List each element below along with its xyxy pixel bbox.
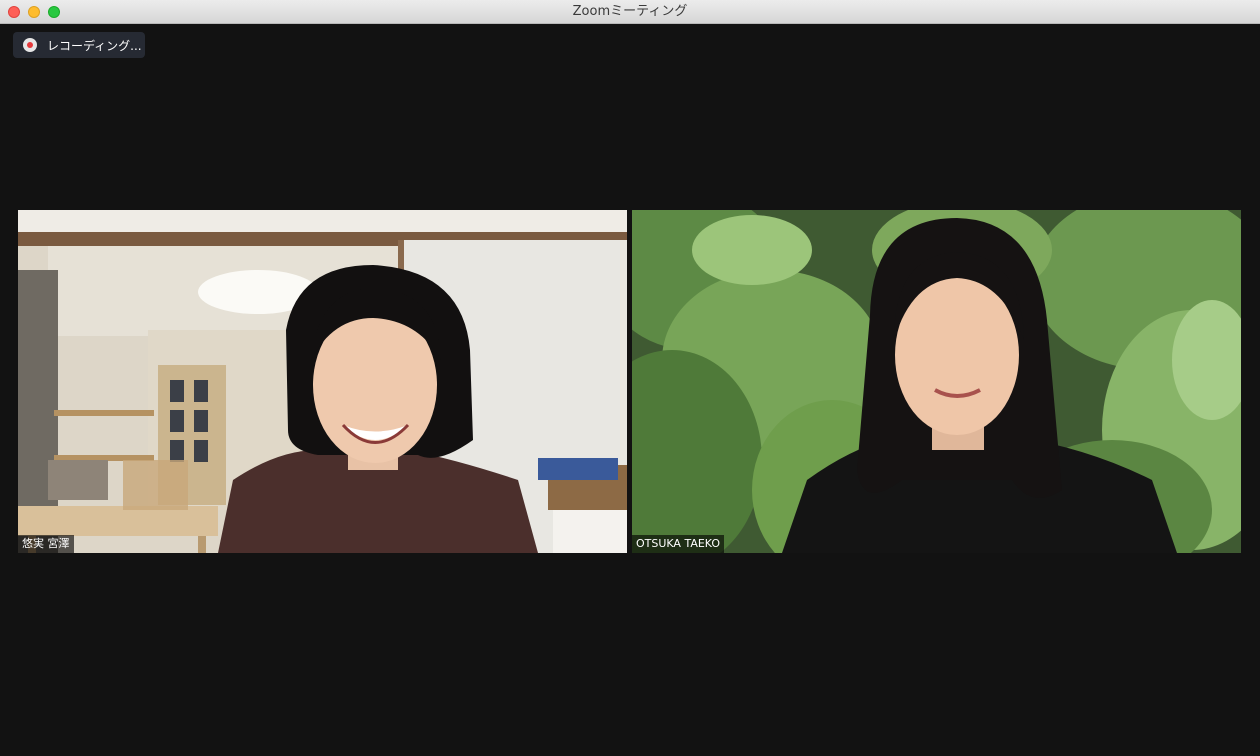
recording-label: レコーディング... bbox=[47, 38, 142, 53]
participant-video-1[interactable]: 悠実 宮澤 bbox=[18, 210, 627, 553]
video-feed-room bbox=[18, 210, 627, 553]
participant-name-label: OTSUKA TAEKO bbox=[632, 535, 725, 553]
zoom-window: Zoomミーティング レコーディング... 悠実 宮澤 OTSUKA TAEKO bbox=[0, 0, 1260, 756]
recording-indicator[interactable]: レコーディング... bbox=[13, 32, 145, 58]
recording-dot-icon bbox=[23, 38, 37, 52]
video-feed-garden bbox=[632, 210, 1241, 553]
window-title: Zoomミーティング bbox=[572, 4, 688, 19]
participant-name-label: 悠実 宮澤 bbox=[18, 535, 74, 553]
title-bar[interactable]: Zoomミーティング bbox=[0, 0, 1260, 24]
participant-video-2[interactable]: OTSUKA TAEKO bbox=[632, 210, 1241, 553]
